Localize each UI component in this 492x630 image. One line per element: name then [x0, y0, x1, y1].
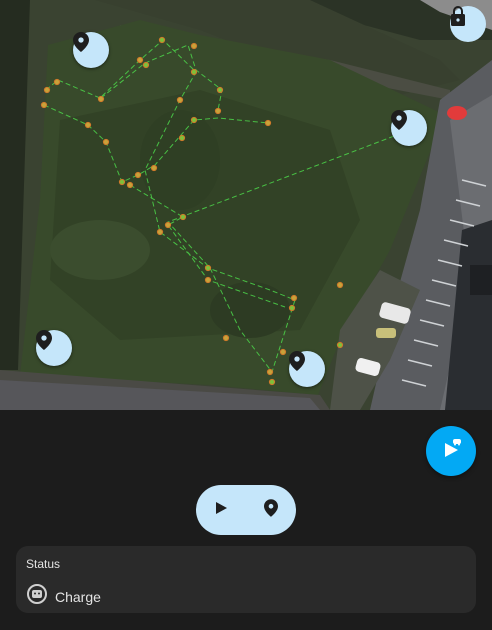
waypoint-marker — [290, 294, 298, 302]
waypoint-marker — [156, 228, 164, 236]
waypoint-marker — [268, 378, 276, 386]
waypoint-marker — [97, 95, 105, 103]
waypoint-marker — [204, 264, 212, 272]
waypoint-marker — [222, 334, 230, 342]
go-to-location-button[interactable] — [251, 490, 291, 530]
waypoint-marker — [150, 164, 158, 172]
waypoint-marker — [40, 101, 48, 109]
waypoint-marker — [164, 221, 172, 229]
satellite-map — [0, 0, 492, 410]
waypoint-marker — [178, 134, 186, 142]
start-mowing-button[interactable] — [426, 426, 476, 476]
play-icon — [214, 501, 228, 520]
waypoint-marker — [118, 178, 126, 186]
status-value: Charge — [55, 588, 101, 605]
map-pin-icon — [264, 498, 278, 522]
waypoint-marker — [176, 96, 184, 104]
waypoint-marker — [43, 86, 51, 94]
waypoint-marker — [266, 368, 274, 376]
waypoint-marker — [214, 107, 222, 115]
action-pill — [196, 485, 296, 535]
waypoint-marker — [190, 42, 198, 50]
waypoint-marker — [53, 78, 61, 86]
map-view[interactable] — [0, 0, 492, 410]
waypoint-marker — [179, 213, 187, 221]
waypoint-marker — [204, 276, 212, 284]
waypoint-marker — [190, 116, 198, 124]
waypoint-marker — [216, 86, 224, 94]
status-row: Charge — [26, 583, 101, 610]
waypoint-marker — [134, 171, 142, 179]
waypoint-marker — [279, 348, 287, 356]
waypoint-marker — [126, 181, 134, 189]
waypoint-marker — [102, 138, 110, 146]
waypoint-marker — [336, 341, 344, 349]
waypoint-marker — [336, 281, 344, 289]
zone-pin-4[interactable] — [289, 351, 325, 387]
play-button[interactable] — [201, 490, 241, 530]
zone-pin-3[interactable] — [36, 330, 72, 366]
zone-pin-1[interactable] — [73, 32, 109, 68]
waypoint-marker — [84, 121, 92, 129]
robot-mower-icon — [26, 583, 48, 610]
waypoint-marker — [158, 36, 166, 44]
waypoint-marker — [142, 61, 150, 69]
play-vacuum-icon — [438, 436, 464, 467]
waypoint-marker — [288, 304, 296, 312]
status-title: Status — [26, 557, 61, 571]
waypoint-marker — [136, 56, 144, 64]
lock-map-button[interactable] — [450, 6, 486, 42]
status-card: Status Charge — [16, 546, 476, 613]
waypoint-marker — [190, 68, 198, 76]
waypoint-marker — [264, 119, 272, 127]
zone-pin-2[interactable] — [391, 110, 427, 146]
